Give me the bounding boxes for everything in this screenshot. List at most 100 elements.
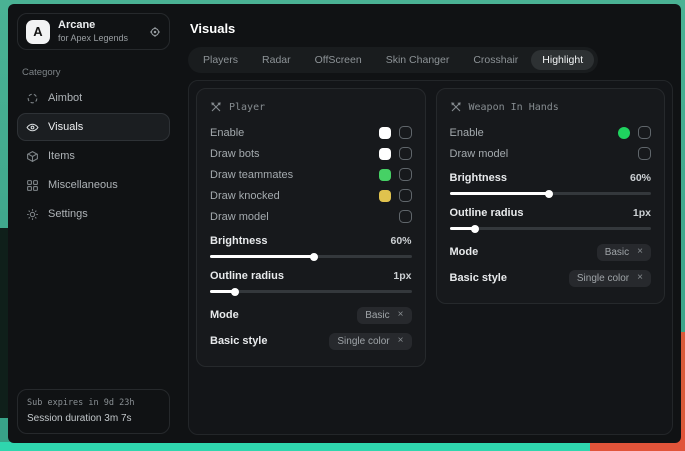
remove-icon[interactable]: ×: [398, 310, 404, 320]
toggle-controls: [379, 168, 412, 181]
color-swatch[interactable]: [379, 127, 391, 139]
target-settings-icon[interactable]: [149, 26, 161, 38]
basic-style-chip[interactable]: Single color ×: [569, 270, 651, 287]
remove-icon[interactable]: ×: [398, 336, 404, 346]
gear-icon: [26, 208, 39, 221]
slider-thumb[interactable]: [471, 225, 479, 233]
brightness-slider[interactable]: [450, 192, 652, 195]
chip-label: Single color: [577, 273, 629, 284]
basic-style-chip[interactable]: Single color ×: [329, 333, 411, 350]
player-panel: Player Enable Draw bots: [196, 88, 426, 367]
panel-title: Weapon In Hands: [469, 102, 559, 113]
toggle-controls: [379, 126, 412, 139]
app-name: Arcane: [58, 19, 128, 33]
toggle-label: Draw model: [450, 148, 509, 160]
tab-offscreen[interactable]: OffScreen: [304, 50, 373, 70]
slider-value: 60%: [390, 235, 411, 247]
basic-style-select-row: Basic style Single color ×: [210, 328, 412, 354]
page-title: Visuals: [190, 21, 673, 36]
enable-checkbox[interactable]: [638, 126, 651, 139]
player-panel-header: Player: [210, 97, 412, 122]
tab-players[interactable]: Players: [192, 50, 249, 70]
slider-value: 60%: [630, 172, 651, 184]
app-subtitle: for Apex Legends: [58, 33, 128, 44]
toggle-label: Draw bots: [210, 148, 260, 160]
slider-value: 1px: [393, 270, 411, 282]
sub-expires-text: Sub expires in 9d 23h: [27, 397, 160, 411]
brightness-slider-row: Brightness 60%: [210, 232, 412, 258]
tab-crosshair[interactable]: Crosshair: [462, 50, 529, 70]
crossed-swords-icon: [210, 101, 222, 113]
sidebar-item-label: Items: [48, 150, 75, 162]
color-swatch[interactable]: [379, 169, 391, 181]
slider-label: Outline radius: [450, 207, 524, 219]
toggle-row-enable: Enable: [450, 122, 652, 143]
slider-thumb[interactable]: [310, 253, 318, 261]
outline-radius-slider-row: Outline radius 1px: [210, 267, 412, 293]
app-window: A Arcane for Apex Legends Category Aimbo…: [8, 4, 681, 443]
brightness-slider[interactable]: [210, 255, 412, 258]
sidebar-item-label: Settings: [48, 208, 88, 220]
draw-bots-checkbox[interactable]: [399, 147, 412, 160]
session-duration-text: Session duration 3m 7s: [27, 411, 160, 426]
sidebar-item-items[interactable]: Items: [17, 142, 170, 170]
slider-thumb[interactable]: [231, 288, 239, 296]
weapon-panel-header: Weapon In Hands: [450, 97, 652, 122]
toggle-row-enable: Enable: [210, 122, 412, 143]
subscription-info-box: Sub expires in 9d 23h Session duration 3…: [17, 389, 170, 434]
panels-container: Player Enable Draw bots: [188, 80, 673, 435]
slider-label: Brightness: [210, 235, 267, 247]
sidebar-item-miscellaneous[interactable]: Miscellaneous: [17, 171, 170, 199]
slider-label: Outline radius: [210, 270, 284, 282]
sidebar-item-settings[interactable]: Settings: [17, 200, 170, 228]
toggle-row-draw-knocked: Draw knocked: [210, 185, 412, 206]
remove-icon[interactable]: ×: [637, 247, 643, 257]
outline-radius-slider[interactable]: [450, 227, 652, 230]
slider-value: 1px: [633, 207, 651, 219]
slider-label: Brightness: [450, 172, 507, 184]
mode-select-row: Mode Basic ×: [450, 239, 652, 265]
outline-radius-slider-row: Outline radius 1px: [450, 204, 652, 230]
toggle-controls: [379, 147, 412, 160]
chip-label: Single color: [337, 336, 389, 347]
color-swatch[interactable]: [618, 127, 630, 139]
sidebar-item-visuals[interactable]: Visuals: [17, 113, 170, 141]
tab-radar[interactable]: Radar: [251, 50, 302, 70]
brightness-slider-row: Brightness 60%: [450, 169, 652, 195]
toggle-label: Enable: [450, 127, 484, 139]
toggle-label: Draw knocked: [210, 190, 280, 202]
slider-thumb[interactable]: [545, 190, 553, 198]
select-label: Basic style: [450, 272, 507, 284]
toggle-label: Enable: [210, 127, 244, 139]
sidebar-item-label: Visuals: [48, 121, 83, 133]
chip-label: Basic: [365, 310, 389, 321]
enable-checkbox[interactable]: [399, 126, 412, 139]
tab-skin-changer[interactable]: Skin Changer: [375, 50, 461, 70]
chip-label: Basic: [605, 247, 629, 258]
toggle-controls: [638, 147, 651, 160]
draw-model-checkbox[interactable]: [399, 210, 412, 223]
sidebar-item-aimbot[interactable]: Aimbot: [17, 84, 170, 112]
basic-style-select-row: Basic style Single color ×: [450, 265, 652, 291]
select-label: Mode: [450, 246, 479, 258]
crosshair-icon: [26, 92, 39, 105]
color-swatch[interactable]: [379, 190, 391, 202]
outline-radius-slider[interactable]: [210, 290, 412, 293]
draw-teammates-checkbox[interactable]: [399, 168, 412, 181]
toggle-controls: [618, 126, 651, 139]
color-swatch[interactable]: [379, 148, 391, 160]
tab-highlight[interactable]: Highlight: [531, 50, 594, 70]
sidebar: A Arcane for Apex Legends Category Aimbo…: [8, 4, 178, 443]
draw-knocked-checkbox[interactable]: [399, 189, 412, 202]
grid-icon: [26, 179, 39, 192]
mode-chip[interactable]: Basic ×: [597, 244, 651, 261]
toggle-label: Draw teammates: [210, 169, 293, 181]
toggle-controls: [399, 210, 412, 223]
app-title-block: Arcane for Apex Legends: [58, 19, 128, 44]
mode-chip[interactable]: Basic ×: [357, 307, 411, 324]
toggle-controls: [379, 189, 412, 202]
draw-model-checkbox[interactable]: [638, 147, 651, 160]
crossed-swords-icon: [450, 101, 462, 113]
main-content: Visuals Players Radar OffScreen Skin Cha…: [178, 4, 681, 443]
remove-icon[interactable]: ×: [637, 273, 643, 283]
